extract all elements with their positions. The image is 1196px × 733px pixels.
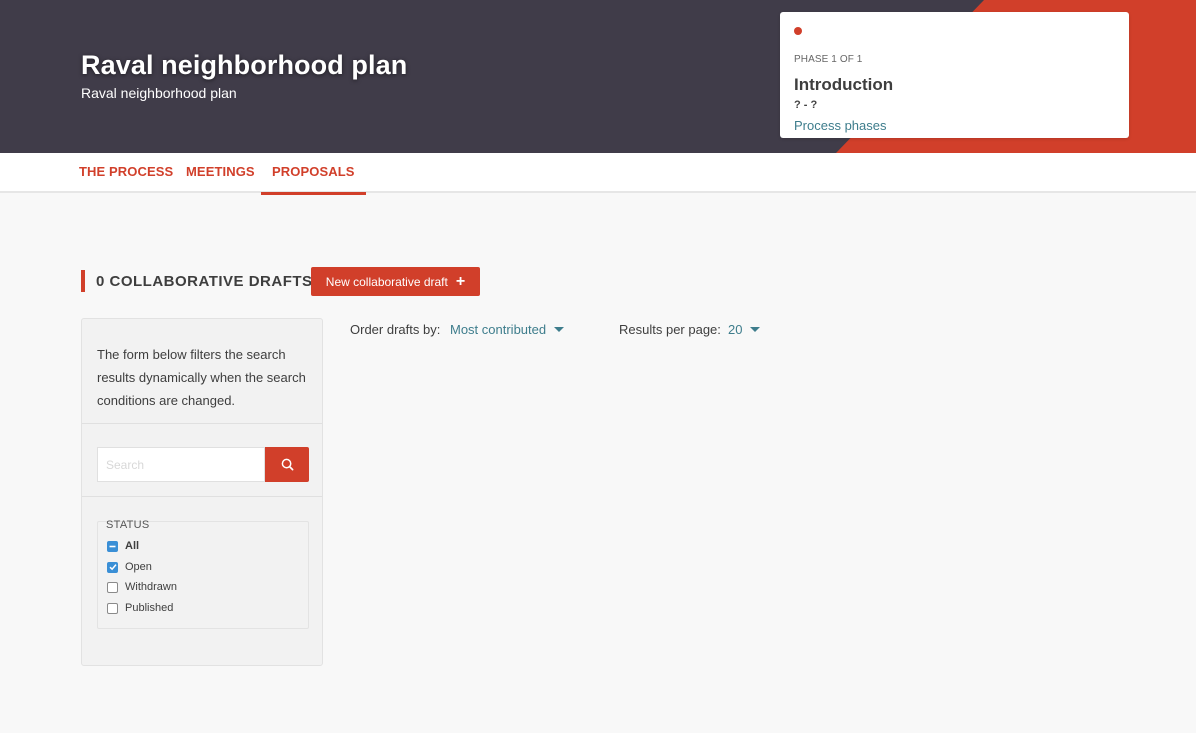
phase-status-dot-icon xyxy=(794,27,802,35)
status-option-label: All xyxy=(125,540,140,552)
results-per-page-dropdown[interactable]: 20 xyxy=(728,322,761,337)
phase-step: PHASE 1 OF 1 xyxy=(794,54,863,65)
filter-divider xyxy=(82,423,322,424)
order-drafts-value: Most contributed xyxy=(450,322,547,337)
results-per-page-label: Results per page: xyxy=(619,322,721,337)
filter-divider xyxy=(82,496,322,497)
checkbox-indeterminate-icon[interactable] xyxy=(107,540,118,552)
filter-panel: The form below filters the search result… xyxy=(81,318,323,666)
hero-header: Raval neighborhood plan Raval neighborho… xyxy=(0,0,1196,153)
status-option-label: Published xyxy=(125,602,174,614)
status-option-open[interactable]: Open xyxy=(107,560,152,574)
caret-down-icon xyxy=(750,327,761,332)
status-legend: STATUS xyxy=(106,519,150,531)
tab-meetings[interactable]: MEETINGS xyxy=(175,153,266,193)
caret-down-icon xyxy=(554,327,565,332)
new-collaborative-draft-label: New collaborative draft xyxy=(325,274,448,289)
order-drafts-dropdown[interactable]: Most contributed xyxy=(450,322,565,337)
status-filter: STATUS All Open Withdrawn Published xyxy=(97,519,309,629)
section-title-accent xyxy=(81,270,85,292)
plus-icon: + xyxy=(455,272,466,290)
search-button[interactable] xyxy=(265,447,309,482)
tab-proposals[interactable]: PROPOSALS xyxy=(261,153,366,195)
status-option-all[interactable]: All xyxy=(107,539,139,553)
new-collaborative-draft-button[interactable]: New collaborative draft + xyxy=(311,267,480,296)
results-per-page-value: 20 xyxy=(728,322,743,337)
phase-card: PHASE 1 OF 1 Introduction ? - ? Process … xyxy=(780,12,1129,138)
checkbox-unchecked-icon[interactable] xyxy=(107,602,118,614)
order-drafts-label: Order drafts by: xyxy=(350,322,441,337)
page-subtitle: Raval neighborhood plan xyxy=(81,85,237,101)
phase-name: Introduction xyxy=(794,75,894,94)
status-option-label: Open xyxy=(125,561,152,573)
tab-the-process[interactable]: THE PROCESS xyxy=(68,153,184,193)
search-input[interactable] xyxy=(97,447,265,482)
page-title: Raval neighborhood plan xyxy=(81,50,408,80)
filter-description: The form below filters the search result… xyxy=(97,347,306,408)
checkbox-checked-icon[interactable] xyxy=(107,561,118,573)
process-tabs: THE PROCESS MEETINGS PROPOSALS xyxy=(0,153,1196,195)
process-phases-link[interactable]: Process phases xyxy=(794,118,887,133)
status-option-published[interactable]: Published xyxy=(107,601,173,615)
status-option-withdrawn[interactable]: Withdrawn xyxy=(107,580,177,594)
phase-dates: ? - ? xyxy=(794,99,818,111)
search-icon xyxy=(281,458,293,471)
checkbox-unchecked-icon[interactable] xyxy=(107,581,118,593)
status-option-label: Withdrawn xyxy=(125,581,177,593)
section-title: 0 COLLABORATIVE DRAFTS xyxy=(96,273,313,290)
